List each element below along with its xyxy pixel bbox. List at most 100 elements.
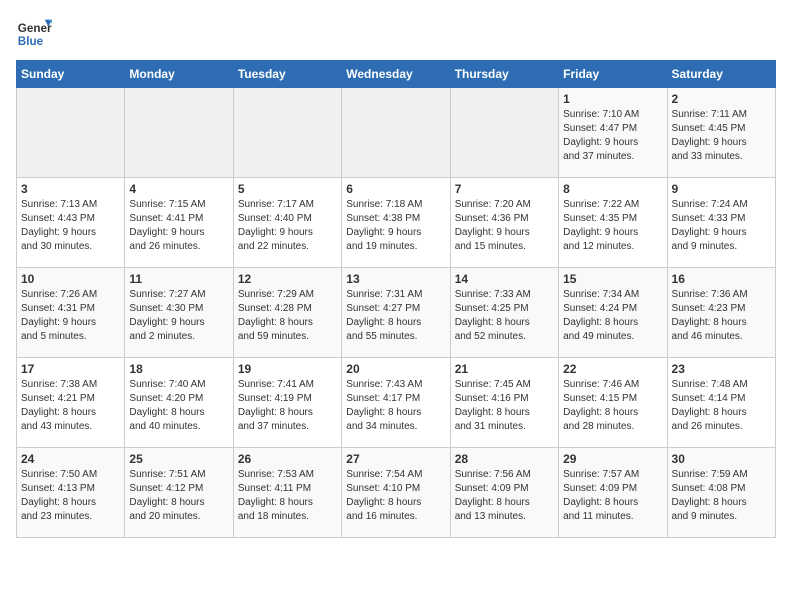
calendar-cell: 14 Sunrise: 7:33 AM Sunset: 4:25 PM Dayli… [450, 268, 558, 358]
calendar-cell: 12Sunrise: 7:29 AM Sunset: 4:28 PM Dayli… [233, 268, 341, 358]
day-info: Sunrise: 7:27 AM Sunset: 4:30 PM Dayligh… [129, 288, 228, 344]
calendar-cell [342, 88, 450, 178]
day-number: 7 [455, 182, 554, 196]
day-number: 25 [129, 452, 228, 466]
weekday-header-monday: Monday [125, 61, 233, 88]
day-info: Sunrise: 7:53 AM Sunset: 4:11 PM Dayligh… [238, 468, 337, 524]
day-number: 26 [238, 452, 337, 466]
day-info: Sunrise: 7:26 AM Sunset: 4:31 PM Dayligh… [21, 288, 120, 344]
weekday-header-sunday: Sunday [17, 61, 125, 88]
day-info: Sunrise: 7:41 AM Sunset: 4:19 PM Dayligh… [238, 378, 337, 434]
svg-text:Blue: Blue [18, 35, 44, 48]
calendar-cell [17, 88, 125, 178]
day-info: Sunrise: 7:56 AM Sunset: 4:09 PM Dayligh… [455, 468, 554, 524]
calendar-cell: 30Sunrise: 7:59 AM Sunset: 4:08 PM Dayli… [667, 448, 775, 538]
calendar-cell: 24 Sunrise: 7:50 AM Sunset: 4:13 PM Dayli… [17, 448, 125, 538]
calendar-cell: 15Sunrise: 7:34 AM Sunset: 4:24 PM Dayli… [559, 268, 667, 358]
day-number: 1 [563, 92, 662, 106]
day-number: 8 [563, 182, 662, 196]
day-info: Sunrise: 7:10 AM Sunset: 4:47 PM Dayligh… [563, 108, 662, 164]
day-number: 2 [672, 92, 771, 106]
day-number: 21 [455, 362, 554, 376]
day-number: 28 [455, 452, 554, 466]
day-info: Sunrise: 7:38 AM Sunset: 4:21 PM Dayligh… [21, 378, 120, 434]
day-info: Sunrise: 7:17 AM Sunset: 4:40 PM Dayligh… [238, 198, 337, 254]
calendar-cell: 26 Sunrise: 7:53 AM Sunset: 4:11 PM Dayli… [233, 448, 341, 538]
day-info: Sunrise: 7:40 AM Sunset: 4:20 PM Dayligh… [129, 378, 228, 434]
calendar-cell [450, 88, 558, 178]
calendar-cell: 3 Sunrise: 7:13 AM Sunset: 4:43 PM Daylig… [17, 178, 125, 268]
calendar-cell: 25 Sunrise: 7:51 AM Sunset: 4:12 PM Dayli… [125, 448, 233, 538]
day-number: 19 [238, 362, 337, 376]
calendar-week-row: 24 Sunrise: 7:50 AM Sunset: 4:13 PM Dayli… [17, 448, 776, 538]
day-number: 24 [21, 452, 120, 466]
day-number: 12 [238, 272, 337, 286]
day-info: Sunrise: 7:45 AM Sunset: 4:16 PM Dayligh… [455, 378, 554, 434]
calendar-header-row: SundayMondayTuesdayWednesdayThursdayFrid… [17, 61, 776, 88]
calendar-cell: 22 Sunrise: 7:46 AM Sunset: 4:15 PM Dayli… [559, 358, 667, 448]
weekday-header-thursday: Thursday [450, 61, 558, 88]
day-info: Sunrise: 7:51 AM Sunset: 4:12 PM Dayligh… [129, 468, 228, 524]
logo: General Blue [16, 16, 52, 52]
weekday-header-friday: Friday [559, 61, 667, 88]
day-info: Sunrise: 7:48 AM Sunset: 4:14 PM Dayligh… [672, 378, 771, 434]
calendar-cell: 28 Sunrise: 7:56 AM Sunset: 4:09 PM Dayli… [450, 448, 558, 538]
page-header: General Blue [16, 16, 776, 52]
svg-text:General: General [18, 22, 52, 35]
calendar-cell: 29 Sunrise: 7:57 AM Sunset: 4:09 PM Dayli… [559, 448, 667, 538]
calendar-cell: 27Sunrise: 7:54 AM Sunset: 4:10 PM Dayli… [342, 448, 450, 538]
day-info: Sunrise: 7:43 AM Sunset: 4:17 PM Dayligh… [346, 378, 445, 434]
calendar-week-row: 10 Sunrise: 7:26 AM Sunset: 4:31 PM Dayli… [17, 268, 776, 358]
calendar-cell: 2 Sunrise: 7:11 AM Sunset: 4:45 PM Daylig… [667, 88, 775, 178]
day-info: Sunrise: 7:13 AM Sunset: 4:43 PM Dayligh… [21, 198, 120, 254]
day-number: 11 [129, 272, 228, 286]
calendar-cell: 16 Sunrise: 7:36 AM Sunset: 4:23 PM Dayli… [667, 268, 775, 358]
calendar-week-row: 17 Sunrise: 7:38 AM Sunset: 4:21 PM Dayli… [17, 358, 776, 448]
calendar-cell: 5 Sunrise: 7:17 AM Sunset: 4:40 PM Daylig… [233, 178, 341, 268]
calendar-cell: 8Sunrise: 7:22 AM Sunset: 4:35 PM Daylig… [559, 178, 667, 268]
calendar-cell: 23 Sunrise: 7:48 AM Sunset: 4:14 PM Dayli… [667, 358, 775, 448]
weekday-header-tuesday: Tuesday [233, 61, 341, 88]
day-number: 15 [563, 272, 662, 286]
day-info: Sunrise: 7:46 AM Sunset: 4:15 PM Dayligh… [563, 378, 662, 434]
day-number: 9 [672, 182, 771, 196]
weekday-header-wednesday: Wednesday [342, 61, 450, 88]
day-number: 18 [129, 362, 228, 376]
day-info: Sunrise: 7:36 AM Sunset: 4:23 PM Dayligh… [672, 288, 771, 344]
calendar-cell: 19 Sunrise: 7:41 AM Sunset: 4:19 PM Dayli… [233, 358, 341, 448]
day-number: 3 [21, 182, 120, 196]
day-number: 20 [346, 362, 445, 376]
day-number: 14 [455, 272, 554, 286]
day-info: Sunrise: 7:11 AM Sunset: 4:45 PM Dayligh… [672, 108, 771, 164]
calendar-cell: 18 Sunrise: 7:40 AM Sunset: 4:20 PM Dayli… [125, 358, 233, 448]
logo-icon: General Blue [16, 16, 52, 52]
day-number: 22 [563, 362, 662, 376]
day-info: Sunrise: 7:15 AM Sunset: 4:41 PM Dayligh… [129, 198, 228, 254]
day-info: Sunrise: 7:57 AM Sunset: 4:09 PM Dayligh… [563, 468, 662, 524]
day-number: 5 [238, 182, 337, 196]
day-info: Sunrise: 7:33 AM Sunset: 4:25 PM Dayligh… [455, 288, 554, 344]
day-number: 29 [563, 452, 662, 466]
calendar-cell: 20 Sunrise: 7:43 AM Sunset: 4:17 PM Dayli… [342, 358, 450, 448]
day-number: 30 [672, 452, 771, 466]
day-number: 10 [21, 272, 120, 286]
weekday-header-saturday: Saturday [667, 61, 775, 88]
day-number: 6 [346, 182, 445, 196]
day-info: Sunrise: 7:18 AM Sunset: 4:38 PM Dayligh… [346, 198, 445, 254]
day-info: Sunrise: 7:54 AM Sunset: 4:10 PM Dayligh… [346, 468, 445, 524]
calendar-cell: 6 Sunrise: 7:18 AM Sunset: 4:38 PM Daylig… [342, 178, 450, 268]
day-info: Sunrise: 7:20 AM Sunset: 4:36 PM Dayligh… [455, 198, 554, 254]
calendar-cell: 11 Sunrise: 7:27 AM Sunset: 4:30 PM Dayli… [125, 268, 233, 358]
day-number: 23 [672, 362, 771, 376]
calendar-cell: 4Sunrise: 7:15 AM Sunset: 4:41 PM Daylig… [125, 178, 233, 268]
day-number: 16 [672, 272, 771, 286]
calendar-cell: 10 Sunrise: 7:26 AM Sunset: 4:31 PM Dayli… [17, 268, 125, 358]
day-info: Sunrise: 7:50 AM Sunset: 4:13 PM Dayligh… [21, 468, 120, 524]
calendar-cell: 7 Sunrise: 7:20 AM Sunset: 4:36 PM Daylig… [450, 178, 558, 268]
calendar-cell: 9 Sunrise: 7:24 AM Sunset: 4:33 PM Daylig… [667, 178, 775, 268]
day-number: 17 [21, 362, 120, 376]
calendar-cell: 13Sunrise: 7:31 AM Sunset: 4:27 PM Dayli… [342, 268, 450, 358]
calendar-week-row: 1 Sunrise: 7:10 AM Sunset: 4:47 PM Daylig… [17, 88, 776, 178]
day-info: Sunrise: 7:24 AM Sunset: 4:33 PM Dayligh… [672, 198, 771, 254]
calendar-cell: 21 Sunrise: 7:45 AM Sunset: 4:16 PM Dayli… [450, 358, 558, 448]
